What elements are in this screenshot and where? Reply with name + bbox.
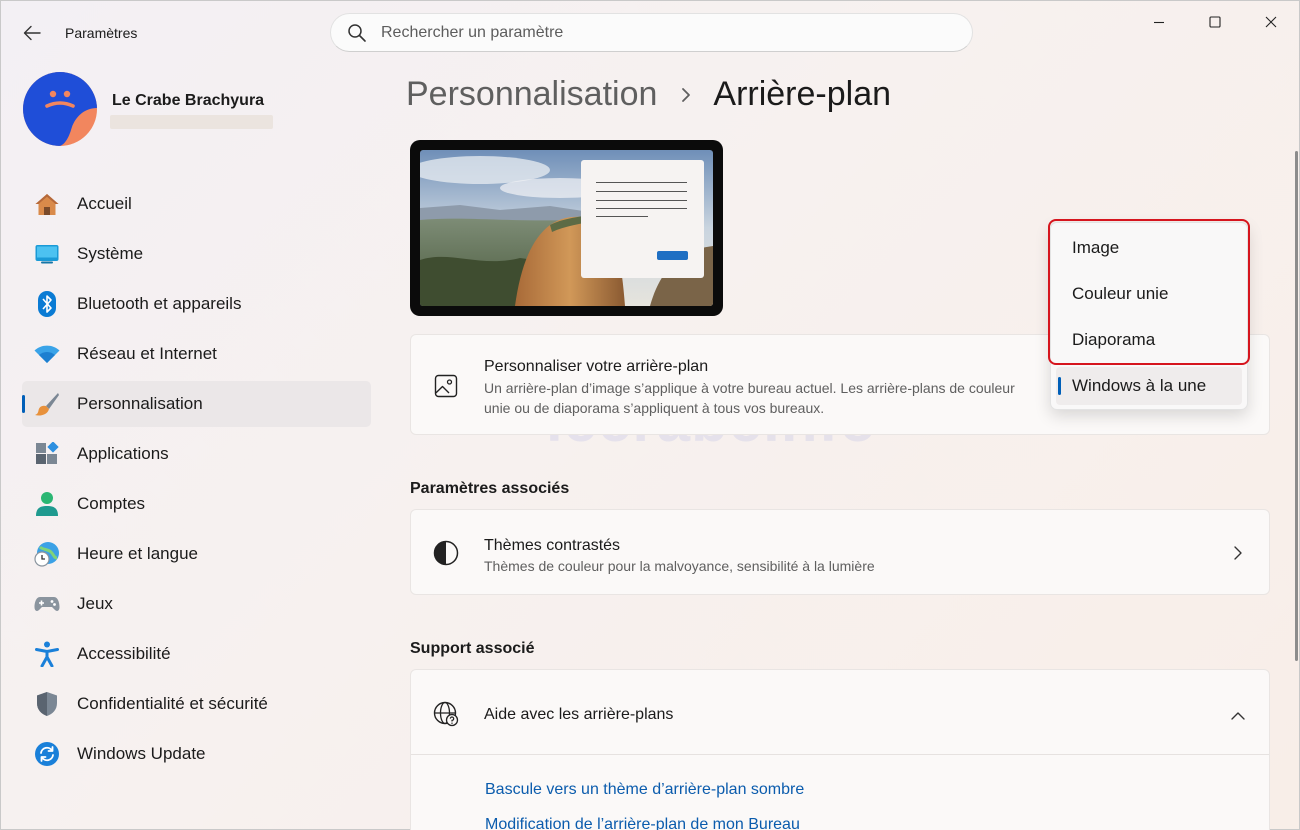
sidebar-item-accessibilite[interactable]: Accessibilité (22, 631, 371, 677)
search-input[interactable] (381, 23, 941, 42)
app-title: Paramètres (65, 25, 138, 41)
wifi-icon (34, 341, 60, 367)
contrast-themes-card[interactable]: Thèmes contrastés Thèmes de couleur pour… (410, 509, 1270, 595)
help-backgrounds-header[interactable]: Aide avec les arrière-plans (411, 670, 1269, 755)
minimize-button[interactable] (1131, 7, 1187, 37)
sidebar-item-label: Comptes (77, 494, 146, 513)
sidebar-item-label: Confidentialité et sécurité (77, 694, 268, 713)
sidebar-item-accueil[interactable]: Accueil (22, 181, 371, 227)
sidebar-item-label: Système (77, 244, 144, 263)
preview-window-mockup (581, 160, 704, 278)
page-title: Arrière-plan (713, 75, 892, 113)
update-icon (34, 741, 60, 767)
title-bar: Paramètres (1, 1, 1300, 65)
sidebar-item-label: Bluetooth et appareils (77, 294, 242, 313)
home-icon (34, 191, 60, 217)
annotation-highlight-box (1048, 219, 1250, 365)
close-button[interactable] (1243, 7, 1299, 37)
shield-icon (34, 691, 60, 717)
card-title: Thèmes contrastés (484, 537, 621, 554)
image-icon (433, 373, 459, 399)
help-link-change-desktop-background[interactable]: Modification de l’arrière-plan de mon Bu… (485, 816, 800, 830)
related-support-title: Support associé (410, 640, 535, 657)
globe-help-icon (433, 701, 459, 727)
sidebar-item-heure[interactable]: Heure et langue (22, 531, 371, 577)
bluetooth-icon (34, 291, 60, 317)
search-icon (348, 23, 366, 42)
user-email-redacted (110, 115, 273, 129)
sidebar-item-windows-update[interactable]: Windows Update (22, 731, 371, 777)
maximize-icon (1209, 16, 1221, 28)
dropdown-option-windows-a-la-une[interactable]: Windows à la une (1056, 367, 1242, 405)
account-icon (34, 491, 60, 517)
breadcrumb: Personnalisation Arrière-plan (406, 75, 891, 114)
card-title: Aide avec les arrière-plans (484, 706, 674, 723)
sidebar-item-label: Heure et langue (77, 544, 198, 563)
sidebar-item-label: Personnalisation (77, 394, 203, 413)
system-icon (34, 241, 60, 267)
brush-icon (34, 391, 60, 417)
sidebar-item-personnalisation[interactable]: Personnalisation (22, 381, 371, 427)
preview-button-mockup (657, 251, 688, 260)
sidebar-item-label: Accueil (77, 194, 132, 213)
close-icon (1265, 16, 1277, 28)
related-settings-title: Paramètres associés (410, 480, 570, 497)
search-box[interactable] (330, 13, 973, 52)
card-description: Thèmes de couleur pour la malvoyance, se… (484, 558, 875, 574)
user-name: Le Crabe Brachyura (112, 92, 265, 109)
wallpaper-preview-image (420, 150, 713, 306)
chevron-right-icon (681, 87, 691, 103)
sidebar-item-label: Réseau et Internet (77, 344, 217, 363)
sidebar-nav: Accueil Système Bluetooth et appareils R… (22, 181, 371, 781)
sidebar-item-confidentialite[interactable]: Confidentialité et sécurité (22, 681, 371, 727)
desktop-preview (410, 140, 723, 316)
sidebar-item-applications[interactable]: Applications (22, 431, 371, 477)
gamepad-icon (34, 591, 60, 617)
sidebar-item-comptes[interactable]: Comptes (22, 481, 371, 527)
sidebar-item-label: Jeux (77, 594, 113, 613)
accessibility-icon (34, 641, 60, 667)
contrast-icon (433, 540, 459, 566)
card-description: Un arrière-plan d’image s’applique à vot… (484, 380, 1015, 416)
sidebar-item-label: Applications (77, 444, 169, 463)
chevron-up-icon[interactable] (1230, 708, 1246, 726)
chevron-right-icon (1233, 545, 1243, 566)
maximize-button[interactable] (1187, 7, 1243, 37)
avatar[interactable] (23, 72, 97, 146)
minimize-icon (1154, 21, 1164, 24)
sidebar-item-reseau[interactable]: Réseau et Internet (22, 331, 371, 377)
help-link-dark-theme[interactable]: Bascule vers un thème d’arrière-plan som… (485, 781, 804, 799)
sidebar-item-jeux[interactable]: Jeux (22, 581, 371, 627)
sidebar-item-bluetooth[interactable]: Bluetooth et appareils (22, 281, 371, 327)
back-button[interactable] (15, 19, 49, 47)
breadcrumb-parent[interactable]: Personnalisation (406, 75, 657, 114)
support-card: Aide avec les arrière-plans (410, 669, 1270, 830)
apps-icon (34, 441, 60, 467)
sidebar-item-systeme[interactable]: Système (22, 231, 371, 277)
sidebar-item-label: Windows Update (77, 744, 206, 763)
crab-avatar-icon (23, 72, 97, 146)
card-title: Personnaliser votre arrière-plan (484, 358, 709, 375)
back-arrow-icon (23, 25, 41, 41)
scrollbar[interactable] (1295, 151, 1298, 661)
clock-globe-icon (34, 541, 60, 567)
settings-window: Paramètres Le Crabe Brachyura (0, 0, 1300, 830)
sidebar-item-label: Accessibilité (77, 644, 171, 663)
